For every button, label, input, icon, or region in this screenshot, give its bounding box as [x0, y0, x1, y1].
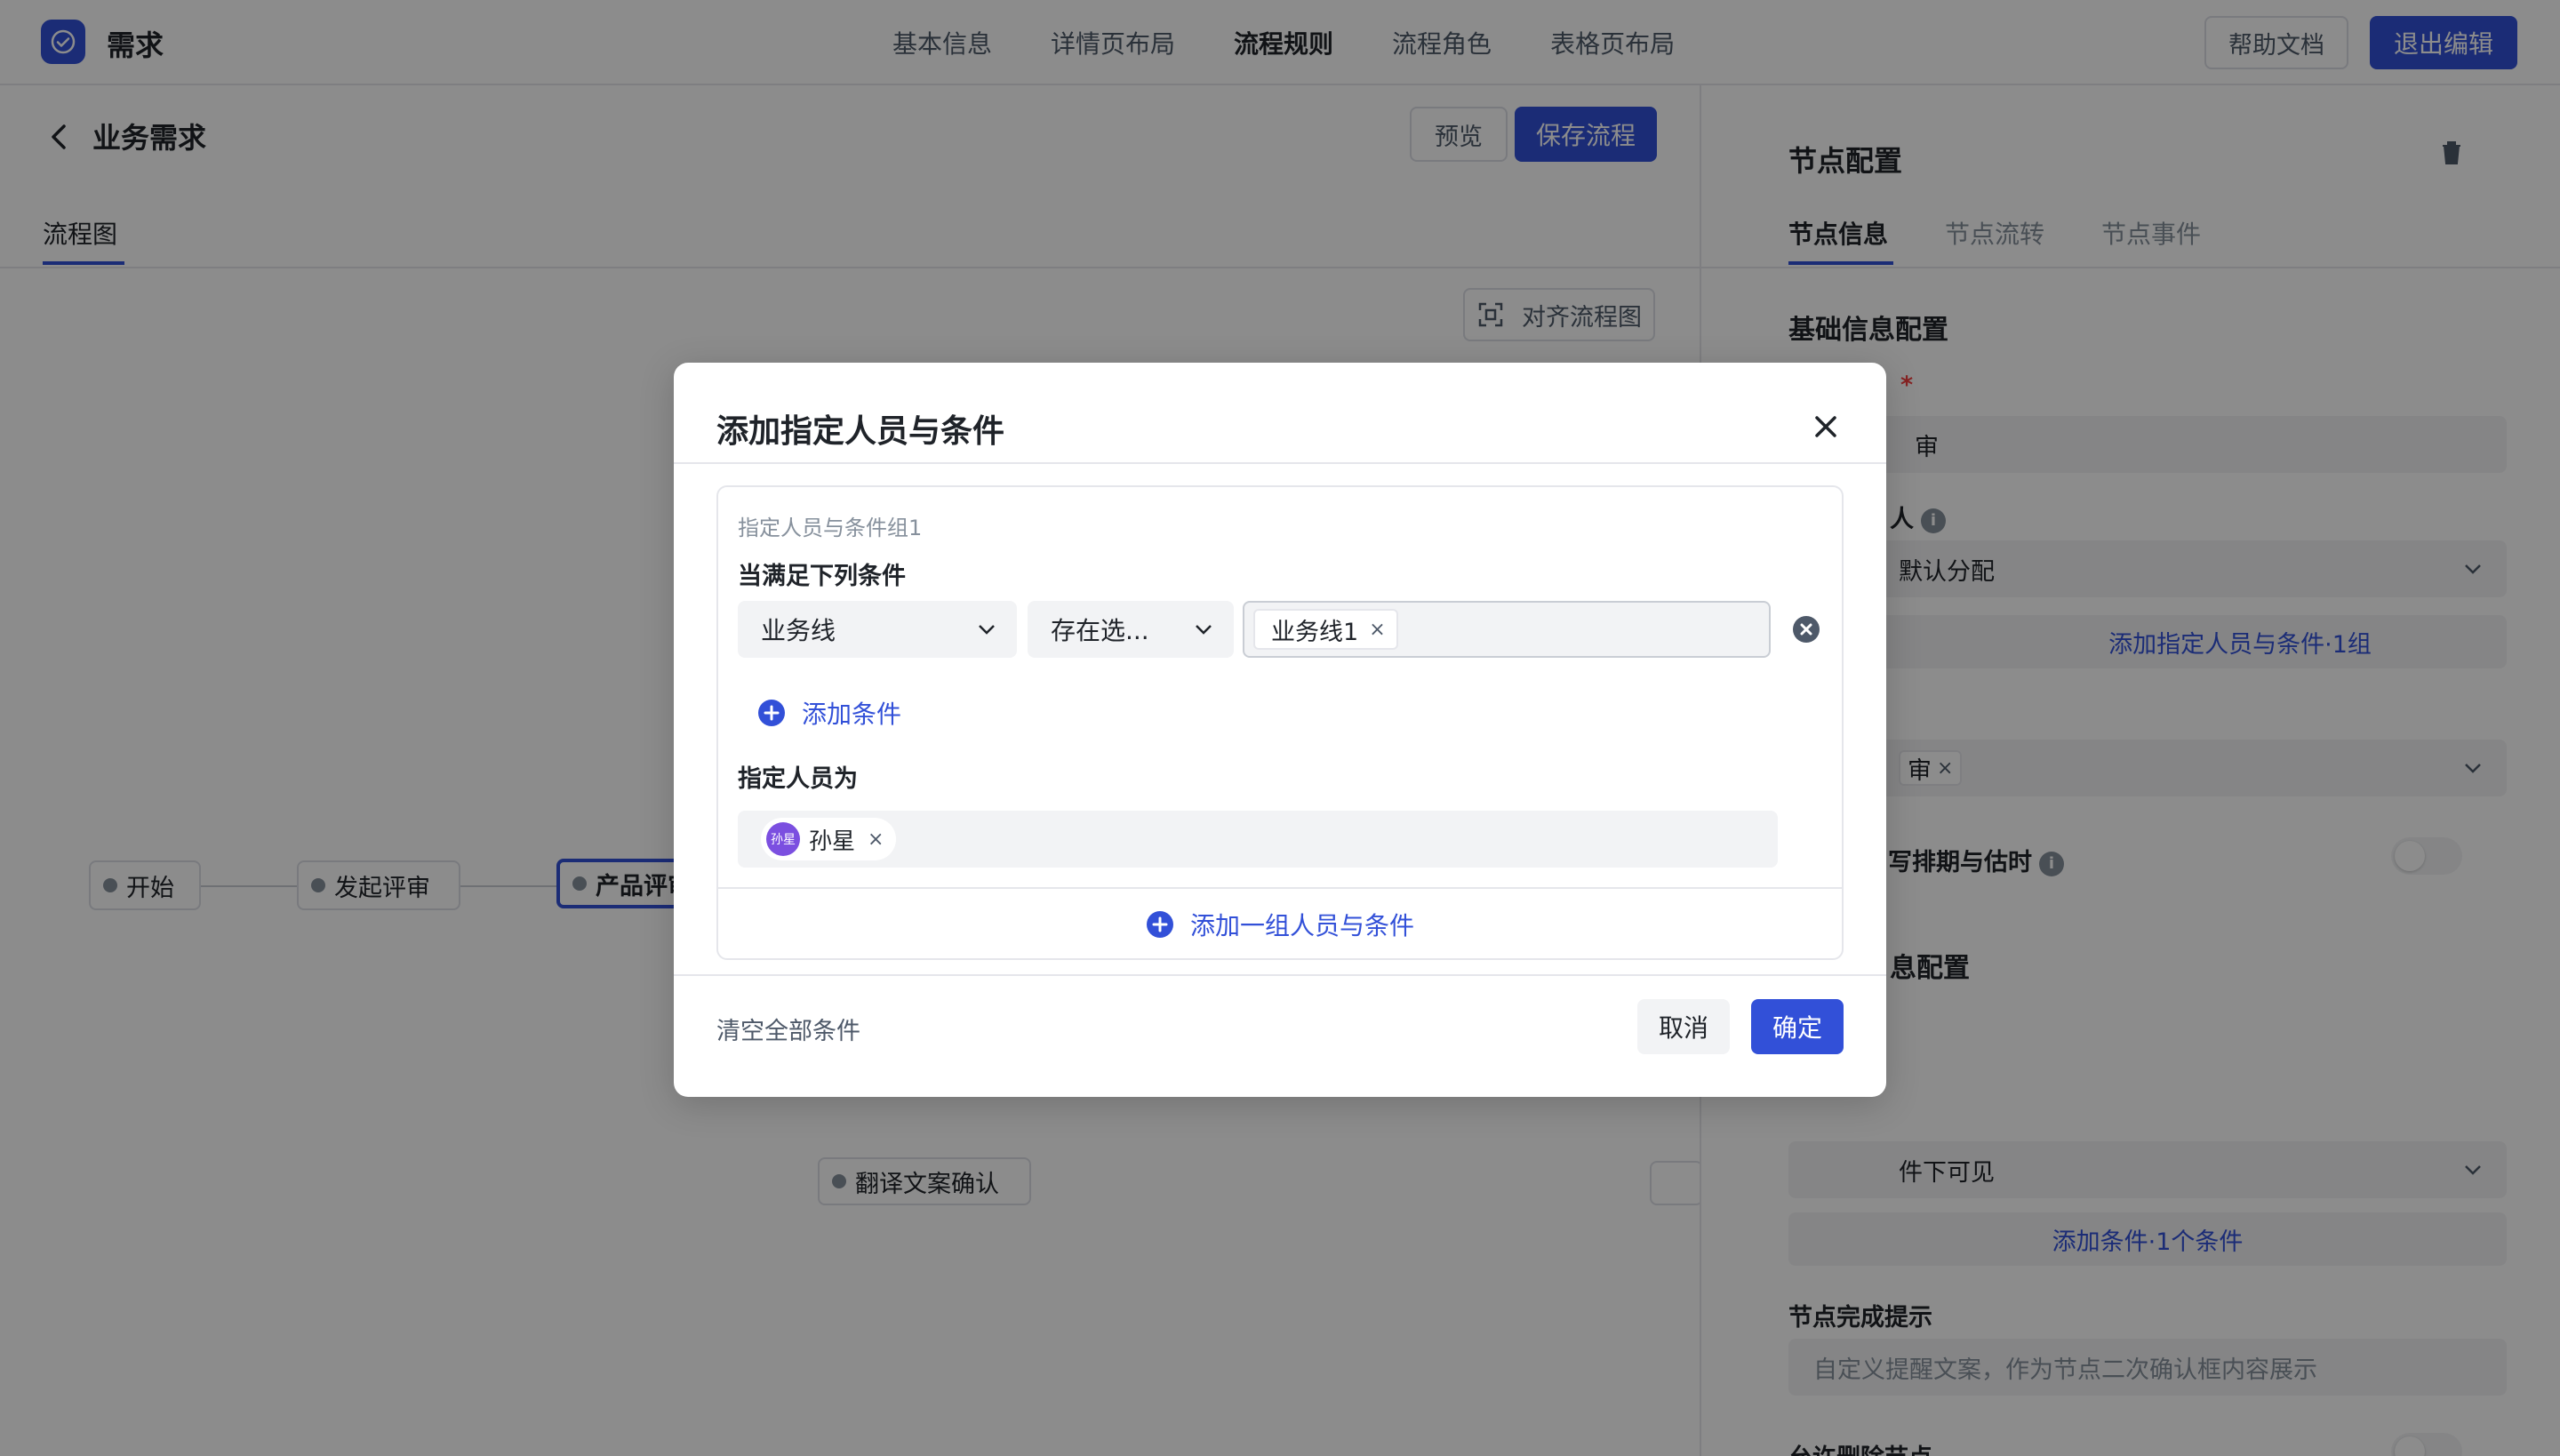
add-group-label: 添加一组人员与条件	[1189, 911, 1414, 940]
cancel-button[interactable]: 取消	[1637, 999, 1730, 1054]
person-name: 孙星	[809, 828, 856, 855]
add-group-button[interactable]: 添加一组人员与条件	[718, 889, 1842, 960]
chevron-down-icon	[1196, 625, 1212, 635]
plus-circle-icon	[1146, 911, 1173, 938]
add-assignee-modal: 添加指定人员与条件 指定人员与条件组1 当满足下列条件 业务线 存在选... 业…	[674, 363, 1886, 1097]
confirm-button[interactable]: 确定	[1751, 999, 1844, 1054]
assign-label: 指定人员为	[738, 765, 858, 793]
person-tag: 孙星 孙星 ×	[761, 818, 897, 860]
avatar: 孙星	[766, 822, 800, 856]
close-icon[interactable]: ×	[1369, 619, 1385, 641]
group-title: 指定人员与条件组1	[738, 516, 923, 540]
add-condition-label: 添加条件	[802, 700, 902, 729]
operator-value: 存在选...	[1051, 616, 1149, 645]
chevron-down-icon	[979, 625, 995, 635]
value-tag-label: 业务线1	[1271, 618, 1359, 646]
field-select[interactable]: 业务线	[738, 601, 1017, 658]
condition-group: 指定人员与条件组1 当满足下列条件 业务线 存在选... 业务线1 × 添加条件…	[716, 485, 1844, 960]
modal-title: 添加指定人员与条件	[716, 413, 1005, 450]
remove-condition-icon[interactable]	[1792, 615, 1820, 644]
value-tag: 业务线1 ×	[1253, 609, 1398, 650]
plus-circle-icon	[758, 700, 785, 726]
assignee-picker[interactable]: 孙星 孙星 ×	[738, 811, 1778, 868]
value-multiselect[interactable]: 业务线1 ×	[1243, 601, 1771, 658]
add-condition-button[interactable]: 添加条件	[757, 695, 901, 731]
close-icon[interactable]: ×	[868, 828, 884, 851]
clear-all-button[interactable]: 清空全部条件	[716, 1012, 860, 1046]
field-value: 业务线	[761, 616, 836, 645]
condition-label: 当满足下列条件	[738, 563, 906, 590]
divider	[674, 974, 1886, 976]
divider	[674, 462, 1886, 464]
operator-select[interactable]: 存在选...	[1028, 601, 1234, 658]
close-icon[interactable]	[1808, 409, 1844, 444]
